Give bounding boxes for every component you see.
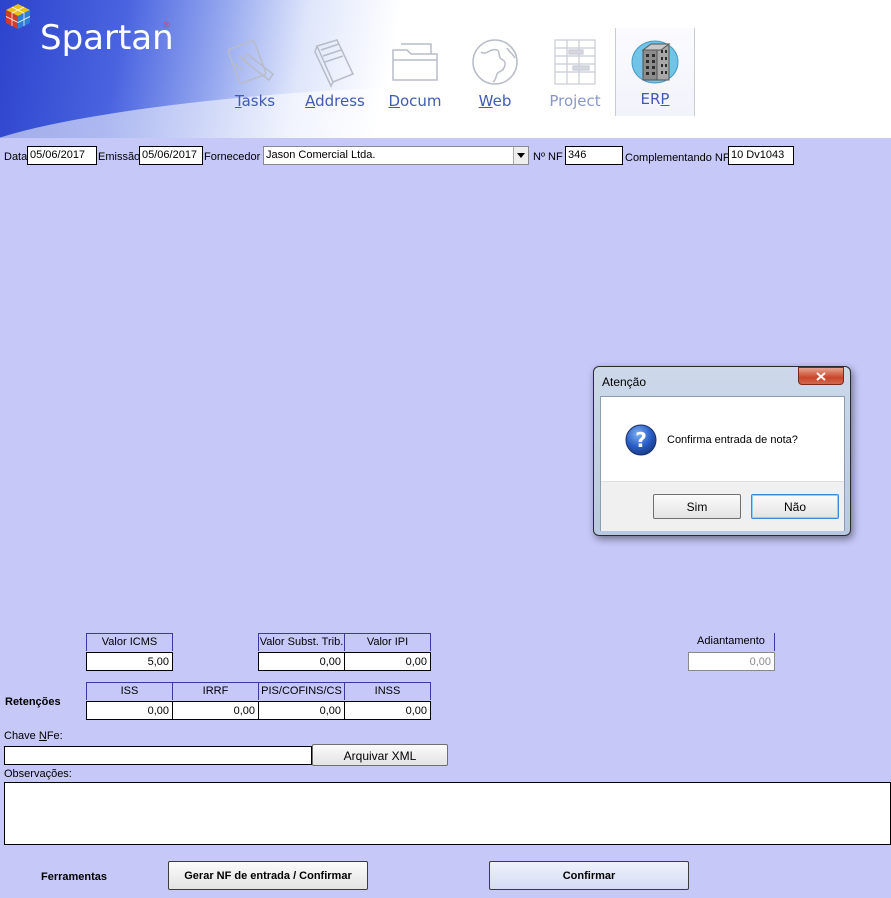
observacoes-textarea[interactable] (4, 782, 891, 845)
nav-tasks-label: Tasks (234, 92, 276, 110)
nav-web[interactable]: Web (455, 30, 535, 120)
valor-subst-field[interactable]: 0,00 (258, 652, 345, 671)
cube-logo-icon (5, 4, 31, 29)
question-icon: ? (625, 424, 657, 456)
globe-icon (472, 39, 518, 85)
pis-cofins-field[interactable]: 0,00 (258, 701, 345, 720)
app-title: Spartan (40, 18, 174, 58)
data-label: Data (4, 151, 28, 163)
inss-header: INSS (344, 682, 431, 700)
dialog-title: Atenção (602, 375, 647, 389)
valor-ipi-field[interactable]: 0,00 (344, 652, 431, 671)
dialog-footer: Sim Não (601, 481, 844, 531)
valor-subst-header: Valor Subst. Trib. (258, 633, 345, 651)
tasks-icon (227, 40, 275, 84)
address-book-icon (314, 39, 355, 88)
valor-ipi-header: Valor IPI (344, 633, 431, 651)
chevron-down-icon (517, 153, 525, 158)
dialog-body: ? Confirma entrada de nota? Sim Não (600, 396, 845, 531)
complementando-label: Complementando NF: (625, 152, 733, 164)
complementando-field[interactable]: 10 Dv1043 (728, 146, 794, 165)
retencoes-label: Retenções (5, 696, 61, 708)
app-header: Spartan ® Tasks Address Docum Web Projec… (0, 0, 891, 138)
inss-field[interactable]: 0,00 (344, 701, 431, 720)
valor-icms-field[interactable]: 5,00 (86, 652, 173, 671)
irrf-field[interactable]: 0,00 (172, 701, 259, 720)
pis-cofins-header: PIS/COFINS/CS (258, 682, 345, 700)
emissao-label: Emissão (98, 151, 141, 163)
data-field[interactable]: 05/06/2017 (27, 146, 97, 165)
iss-field[interactable]: 0,00 (86, 701, 173, 720)
fornecedor-label: Fornecedor (204, 151, 261, 163)
yes-button[interactable]: Sim (653, 494, 741, 519)
folder-icon (392, 43, 438, 81)
chave-nfe-label: Chave NFe: (4, 730, 63, 742)
ferramentas-label: Ferramentas (41, 871, 108, 883)
irrf-header: IRRF (172, 682, 259, 700)
nav-project-label: Project (549, 92, 601, 110)
iss-header: ISS (86, 682, 173, 700)
nav-docum[interactable]: Docum (375, 30, 455, 120)
nav-web-label: Web (478, 92, 512, 110)
observacoes-label: Observações: (4, 768, 72, 780)
fornecedor-select[interactable]: Jason Comercial Ltda. (263, 146, 529, 165)
gantt-icon (554, 39, 596, 85)
nav-docum-label: Docum (388, 92, 442, 110)
fornecedor-dropdown-button[interactable] (513, 147, 528, 164)
nav-tasks[interactable]: Tasks (215, 30, 295, 120)
close-icon (816, 372, 826, 381)
confirmar-button[interactable]: Confirmar (489, 861, 689, 890)
adiantamento-header: Adiantamento (688, 633, 775, 651)
nav-address[interactable]: Address (295, 30, 375, 120)
gerar-nf-button[interactable]: Gerar NF de entrada / Confirmar (168, 861, 368, 890)
no-button[interactable]: Não (751, 494, 839, 519)
nav-project[interactable]: Project (535, 30, 615, 120)
building-icon (631, 40, 679, 84)
nf-label: Nº NF (533, 151, 563, 163)
confirm-dialog: Atenção ? Confirma entrada de nota? Sim … (593, 366, 851, 536)
registered-mark: ® (163, 20, 170, 30)
arquivar-xml-button[interactable]: Arquivar XML (312, 744, 448, 766)
nav-erp[interactable]: ERP (615, 28, 695, 116)
valor-icms-header: Valor ICMS (86, 633, 173, 651)
nf-field[interactable]: 346 (565, 146, 623, 165)
nav-erp-label: ERP (640, 90, 670, 108)
emissao-field[interactable]: 05/06/2017 (139, 146, 203, 165)
dialog-message: Confirma entrada de nota? (667, 434, 798, 446)
chave-nfe-input[interactable] (4, 746, 312, 765)
svg-text:?: ? (635, 428, 647, 452)
nav-address-label: Address (305, 92, 365, 110)
dialog-close-button[interactable] (798, 367, 844, 385)
adiantamento-field[interactable]: 0,00 (688, 652, 775, 671)
fornecedor-value: Jason Comercial Ltda. (266, 149, 376, 161)
